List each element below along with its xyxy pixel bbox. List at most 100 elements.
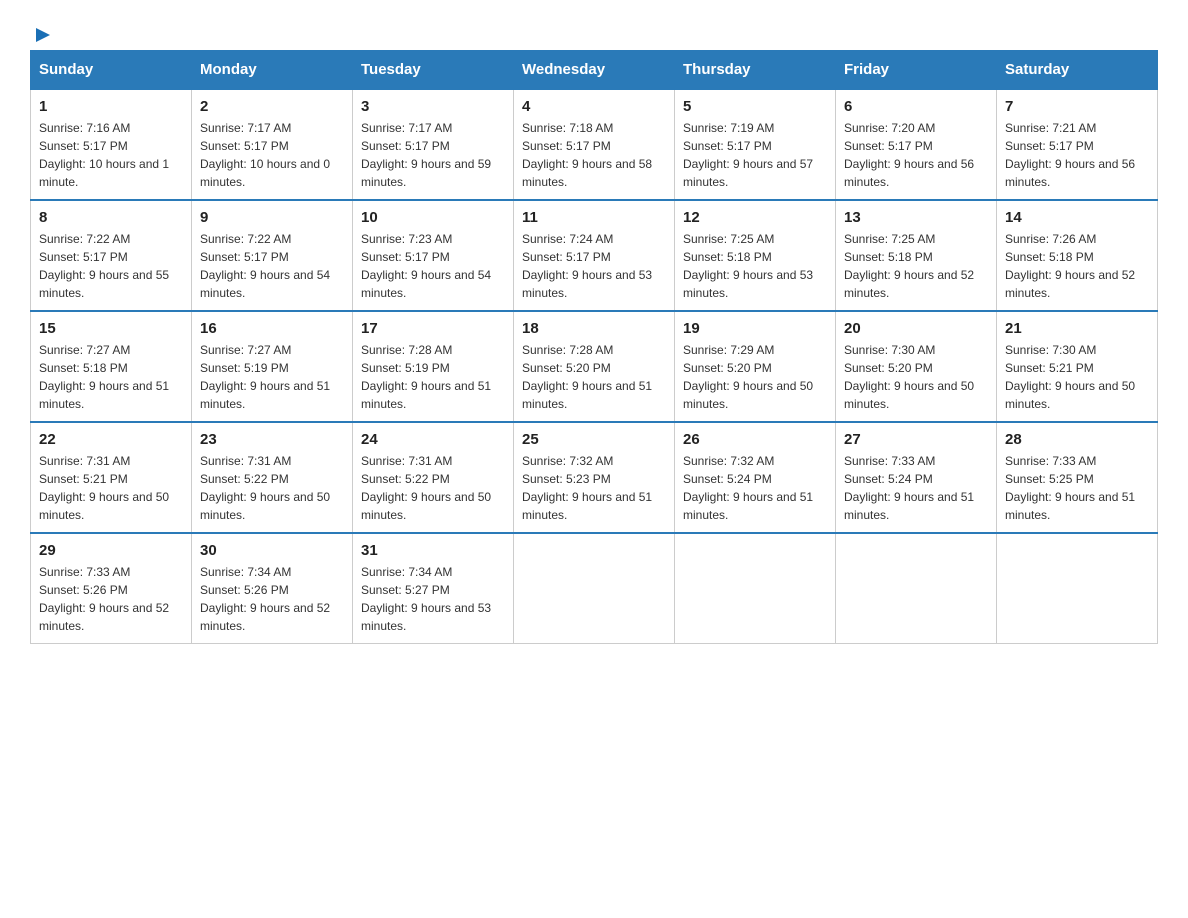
calendar-week-3: 15 Sunrise: 7:27 AM Sunset: 5:18 PM Dayl… xyxy=(31,311,1158,422)
day-info: Sunrise: 7:29 AM Sunset: 5:20 PM Dayligh… xyxy=(683,341,827,413)
day-number: 29 xyxy=(39,542,183,559)
day-number: 1 xyxy=(39,98,183,115)
day-info: Sunrise: 7:30 AM Sunset: 5:21 PM Dayligh… xyxy=(1005,341,1149,413)
day-number: 23 xyxy=(200,431,344,448)
day-number: 26 xyxy=(683,431,827,448)
calendar-cell: 19 Sunrise: 7:29 AM Sunset: 5:20 PM Dayl… xyxy=(675,311,836,422)
day-info: Sunrise: 7:33 AM Sunset: 5:25 PM Dayligh… xyxy=(1005,452,1149,524)
day-number: 21 xyxy=(1005,320,1149,337)
day-info: Sunrise: 7:31 AM Sunset: 5:22 PM Dayligh… xyxy=(200,452,344,524)
day-number: 16 xyxy=(200,320,344,337)
calendar-cell: 5 Sunrise: 7:19 AM Sunset: 5:17 PM Dayli… xyxy=(675,89,836,200)
day-number: 25 xyxy=(522,431,666,448)
day-info: Sunrise: 7:22 AM Sunset: 5:17 PM Dayligh… xyxy=(200,230,344,302)
day-info: Sunrise: 7:30 AM Sunset: 5:20 PM Dayligh… xyxy=(844,341,988,413)
day-number: 28 xyxy=(1005,431,1149,448)
calendar-week-4: 22 Sunrise: 7:31 AM Sunset: 5:21 PM Dayl… xyxy=(31,422,1158,533)
day-info: Sunrise: 7:18 AM Sunset: 5:17 PM Dayligh… xyxy=(522,119,666,191)
calendar-cell: 9 Sunrise: 7:22 AM Sunset: 5:17 PM Dayli… xyxy=(192,200,353,311)
day-number: 20 xyxy=(844,320,988,337)
calendar-cell: 10 Sunrise: 7:23 AM Sunset: 5:17 PM Dayl… xyxy=(353,200,514,311)
day-number: 5 xyxy=(683,98,827,115)
calendar-cell: 26 Sunrise: 7:32 AM Sunset: 5:24 PM Dayl… xyxy=(675,422,836,533)
calendar-cell: 8 Sunrise: 7:22 AM Sunset: 5:17 PM Dayli… xyxy=(31,200,192,311)
day-info: Sunrise: 7:32 AM Sunset: 5:23 PM Dayligh… xyxy=(522,452,666,524)
day-number: 18 xyxy=(522,320,666,337)
day-number: 2 xyxy=(200,98,344,115)
day-number: 14 xyxy=(1005,209,1149,226)
day-info: Sunrise: 7:31 AM Sunset: 5:21 PM Dayligh… xyxy=(39,452,183,524)
header-saturday: Saturday xyxy=(997,51,1158,90)
day-number: 15 xyxy=(39,320,183,337)
calendar-cell xyxy=(836,533,997,644)
calendar-cell: 22 Sunrise: 7:31 AM Sunset: 5:21 PM Dayl… xyxy=(31,422,192,533)
calendar-cell: 3 Sunrise: 7:17 AM Sunset: 5:17 PM Dayli… xyxy=(353,89,514,200)
day-info: Sunrise: 7:33 AM Sunset: 5:26 PM Dayligh… xyxy=(39,563,183,635)
day-number: 27 xyxy=(844,431,988,448)
calendar-cell xyxy=(997,533,1158,644)
page-header xyxy=(30,20,1158,40)
calendar-week-1: 1 Sunrise: 7:16 AM Sunset: 5:17 PM Dayli… xyxy=(31,89,1158,200)
calendar-cell: 30 Sunrise: 7:34 AM Sunset: 5:26 PM Dayl… xyxy=(192,533,353,644)
calendar-cell: 12 Sunrise: 7:25 AM Sunset: 5:18 PM Dayl… xyxy=(675,200,836,311)
header-wednesday: Wednesday xyxy=(514,51,675,90)
header-friday: Friday xyxy=(836,51,997,90)
day-number: 12 xyxy=(683,209,827,226)
day-info: Sunrise: 7:28 AM Sunset: 5:20 PM Dayligh… xyxy=(522,341,666,413)
calendar-cell: 7 Sunrise: 7:21 AM Sunset: 5:17 PM Dayli… xyxy=(997,89,1158,200)
day-number: 10 xyxy=(361,209,505,226)
calendar-cell: 11 Sunrise: 7:24 AM Sunset: 5:17 PM Dayl… xyxy=(514,200,675,311)
calendar-cell: 16 Sunrise: 7:27 AM Sunset: 5:19 PM Dayl… xyxy=(192,311,353,422)
calendar-cell: 6 Sunrise: 7:20 AM Sunset: 5:17 PM Dayli… xyxy=(836,89,997,200)
calendar-cell: 14 Sunrise: 7:26 AM Sunset: 5:18 PM Dayl… xyxy=(997,200,1158,311)
calendar-cell: 18 Sunrise: 7:28 AM Sunset: 5:20 PM Dayl… xyxy=(514,311,675,422)
calendar-header: SundayMondayTuesdayWednesdayThursdayFrid… xyxy=(31,51,1158,90)
day-info: Sunrise: 7:28 AM Sunset: 5:19 PM Dayligh… xyxy=(361,341,505,413)
day-info: Sunrise: 7:23 AM Sunset: 5:17 PM Dayligh… xyxy=(361,230,505,302)
day-info: Sunrise: 7:27 AM Sunset: 5:18 PM Dayligh… xyxy=(39,341,183,413)
day-info: Sunrise: 7:21 AM Sunset: 5:17 PM Dayligh… xyxy=(1005,119,1149,191)
day-number: 4 xyxy=(522,98,666,115)
day-info: Sunrise: 7:17 AM Sunset: 5:17 PM Dayligh… xyxy=(361,119,505,191)
day-number: 22 xyxy=(39,431,183,448)
day-info: Sunrise: 7:24 AM Sunset: 5:17 PM Dayligh… xyxy=(522,230,666,302)
logo-arrow-icon xyxy=(32,24,54,46)
calendar-cell: 2 Sunrise: 7:17 AM Sunset: 5:17 PM Dayli… xyxy=(192,89,353,200)
header-row: SundayMondayTuesdayWednesdayThursdayFrid… xyxy=(31,51,1158,90)
day-info: Sunrise: 7:33 AM Sunset: 5:24 PM Dayligh… xyxy=(844,452,988,524)
day-info: Sunrise: 7:22 AM Sunset: 5:17 PM Dayligh… xyxy=(39,230,183,302)
calendar-cell: 24 Sunrise: 7:31 AM Sunset: 5:22 PM Dayl… xyxy=(353,422,514,533)
calendar-cell: 27 Sunrise: 7:33 AM Sunset: 5:24 PM Dayl… xyxy=(836,422,997,533)
calendar-week-2: 8 Sunrise: 7:22 AM Sunset: 5:17 PM Dayli… xyxy=(31,200,1158,311)
calendar-cell: 20 Sunrise: 7:30 AM Sunset: 5:20 PM Dayl… xyxy=(836,311,997,422)
day-number: 8 xyxy=(39,209,183,226)
calendar-cell: 17 Sunrise: 7:28 AM Sunset: 5:19 PM Dayl… xyxy=(353,311,514,422)
day-number: 30 xyxy=(200,542,344,559)
calendar-cell xyxy=(675,533,836,644)
calendar-table: SundayMondayTuesdayWednesdayThursdayFrid… xyxy=(30,50,1158,644)
day-number: 6 xyxy=(844,98,988,115)
day-number: 17 xyxy=(361,320,505,337)
day-info: Sunrise: 7:34 AM Sunset: 5:27 PM Dayligh… xyxy=(361,563,505,635)
day-info: Sunrise: 7:34 AM Sunset: 5:26 PM Dayligh… xyxy=(200,563,344,635)
header-sunday: Sunday xyxy=(31,51,192,90)
calendar-cell: 13 Sunrise: 7:25 AM Sunset: 5:18 PM Dayl… xyxy=(836,200,997,311)
day-info: Sunrise: 7:20 AM Sunset: 5:17 PM Dayligh… xyxy=(844,119,988,191)
day-number: 9 xyxy=(200,209,344,226)
day-number: 13 xyxy=(844,209,988,226)
day-info: Sunrise: 7:31 AM Sunset: 5:22 PM Dayligh… xyxy=(361,452,505,524)
calendar-cell: 29 Sunrise: 7:33 AM Sunset: 5:26 PM Dayl… xyxy=(31,533,192,644)
header-monday: Monday xyxy=(192,51,353,90)
day-info: Sunrise: 7:26 AM Sunset: 5:18 PM Dayligh… xyxy=(1005,230,1149,302)
calendar-cell: 15 Sunrise: 7:27 AM Sunset: 5:18 PM Dayl… xyxy=(31,311,192,422)
day-info: Sunrise: 7:17 AM Sunset: 5:17 PM Dayligh… xyxy=(200,119,344,191)
day-number: 3 xyxy=(361,98,505,115)
day-info: Sunrise: 7:16 AM Sunset: 5:17 PM Dayligh… xyxy=(39,119,183,191)
day-number: 19 xyxy=(683,320,827,337)
calendar-body: 1 Sunrise: 7:16 AM Sunset: 5:17 PM Dayli… xyxy=(31,89,1158,644)
day-info: Sunrise: 7:25 AM Sunset: 5:18 PM Dayligh… xyxy=(844,230,988,302)
header-thursday: Thursday xyxy=(675,51,836,90)
day-info: Sunrise: 7:27 AM Sunset: 5:19 PM Dayligh… xyxy=(200,341,344,413)
calendar-cell: 23 Sunrise: 7:31 AM Sunset: 5:22 PM Dayl… xyxy=(192,422,353,533)
calendar-cell: 28 Sunrise: 7:33 AM Sunset: 5:25 PM Dayl… xyxy=(997,422,1158,533)
